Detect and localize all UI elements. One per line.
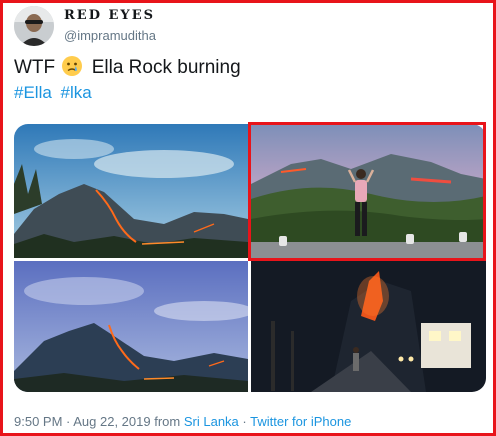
avatar[interactable]	[14, 6, 54, 46]
location-link[interactable]: Sri Lanka	[184, 414, 239, 429]
from-label: from	[154, 414, 181, 429]
media-tile-3[interactable]	[14, 261, 248, 392]
tweet-text: WTF Ella Rock burning	[14, 56, 241, 79]
timestamp[interactable]: 9:50 PM · Aug 22, 2019	[14, 414, 151, 429]
media-tile-1[interactable]	[14, 124, 248, 258]
avatar-image	[14, 6, 54, 46]
mountain-fire-dusk-photo	[14, 261, 248, 392]
footer-separator: ·	[242, 414, 247, 429]
media-tile-4[interactable]	[251, 261, 486, 392]
crying-face-icon	[62, 56, 83, 76]
night-road-fire-photo	[251, 261, 486, 392]
author-handle[interactable]: @impramuditha	[64, 28, 156, 43]
tweet-text-start: WTF	[14, 57, 56, 78]
hashtag-list: #Ella #lka	[14, 83, 96, 103]
author-display-name[interactable]: RED EYES	[64, 8, 155, 23]
highlight-box	[248, 122, 486, 261]
tweet-footer: 9:50 PM · Aug 22, 2019 from Sri Lanka · …	[14, 414, 351, 429]
hashtag-lka[interactable]: #lka	[61, 83, 92, 102]
hashtag-ella[interactable]: #Ella	[14, 83, 52, 102]
mountain-fire-photo	[14, 124, 248, 258]
tweet-text-end: Ella Rock burning	[91, 57, 241, 78]
source-link[interactable]: Twitter for iPhone	[250, 414, 351, 429]
